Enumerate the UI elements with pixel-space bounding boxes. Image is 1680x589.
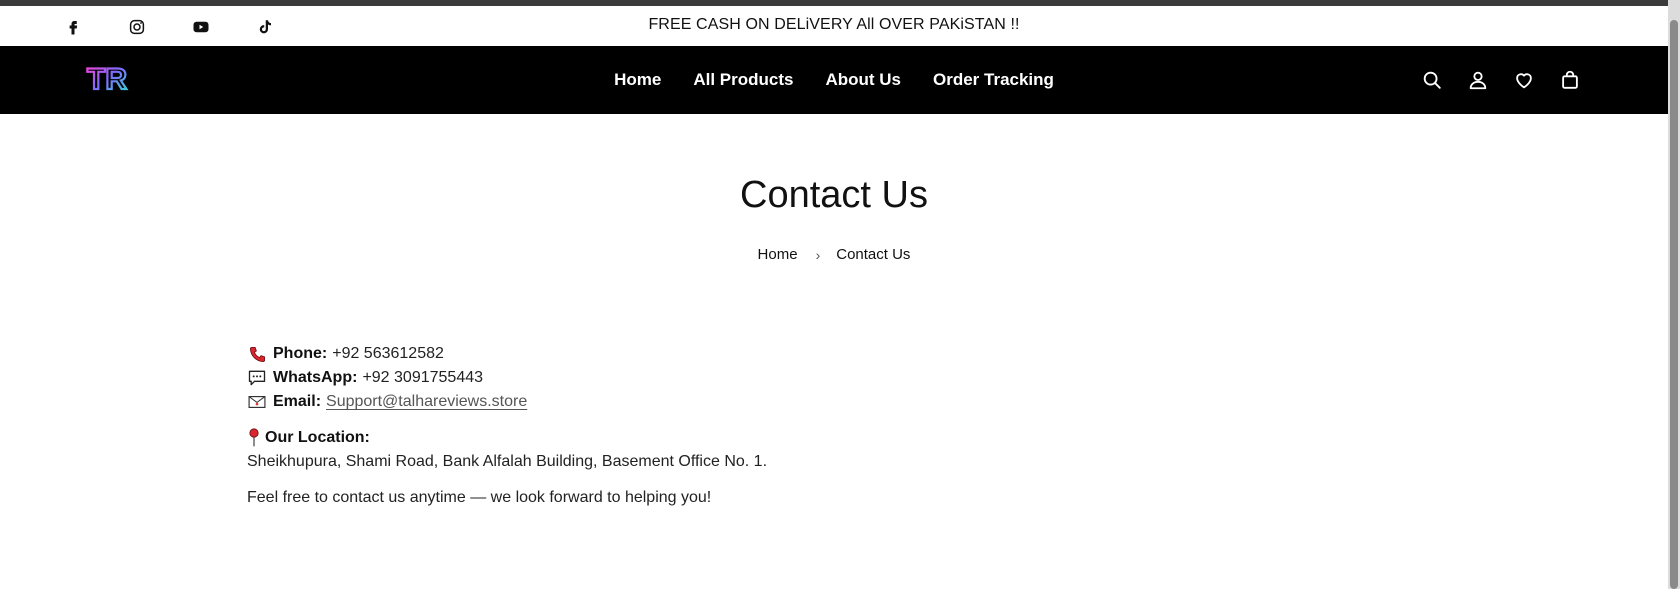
breadcrumb: Home › Contact Us [0, 246, 1668, 263]
whatsapp-value: +92 3091755443 [362, 369, 484, 386]
wishlist-icon[interactable] [1512, 68, 1536, 92]
email-line: Email: Support@talhareviews.store [247, 390, 767, 414]
envelope-icon [247, 392, 267, 412]
whatsapp-label: WhatsApp: [273, 369, 358, 386]
page-title: Contact Us [740, 174, 928, 216]
whatsapp-line: WhatsApp: +92 3091755443 [247, 366, 767, 390]
nav-order-tracking[interactable]: Order Tracking [933, 70, 1054, 90]
account-icon[interactable] [1466, 68, 1490, 92]
nav-home[interactable]: Home [614, 70, 661, 90]
nav-about-us[interactable]: About Us [825, 70, 901, 90]
phone-icon [247, 344, 267, 364]
chevron-right-icon: › [815, 246, 821, 263]
breadcrumb-home[interactable]: Home [758, 246, 798, 263]
breadcrumb-current: Contact Us [836, 246, 911, 263]
phone-label: Phone: [273, 345, 328, 362]
header-icons [1420, 68, 1582, 92]
location-label: Our Location: [265, 429, 370, 446]
announcement-bar: FREE CASH ON DELiVERY All OVER PAKiSTAN … [0, 6, 1668, 46]
pin-icon [247, 428, 261, 448]
primary-nav: Home All Products About Us Order Trackin… [0, 46, 1668, 114]
location-address: Sheikhupura, Shami Road, Bank Alfalah Bu… [247, 453, 768, 470]
phone-value: +92 563612582 [332, 345, 444, 362]
email-link[interactable]: Support@talhareviews.store [326, 393, 527, 411]
contact-info: Phone: +92 563612582 WhatsApp: +92 30917… [247, 342, 767, 510]
scrollbar[interactable] [1668, 0, 1680, 589]
cart-icon[interactable] [1558, 68, 1582, 92]
main-navbar: TR Home All Products About Us Order Trac… [0, 46, 1668, 114]
email-label: Email: [273, 393, 322, 410]
nav-all-products[interactable]: All Products [693, 70, 793, 90]
search-icon[interactable] [1420, 68, 1444, 92]
announcement-text: FREE CASH ON DELiVERY All OVER PAKiSTAN … [648, 16, 1020, 33]
speech-bubble-icon [247, 368, 267, 388]
location-heading: Our Location: [247, 426, 767, 450]
closing-message: Feel free to contact us anytime — we loo… [247, 489, 712, 506]
phone-line: Phone: +92 563612582 [247, 342, 767, 366]
scrollbar-thumb[interactable] [1670, 20, 1678, 589]
